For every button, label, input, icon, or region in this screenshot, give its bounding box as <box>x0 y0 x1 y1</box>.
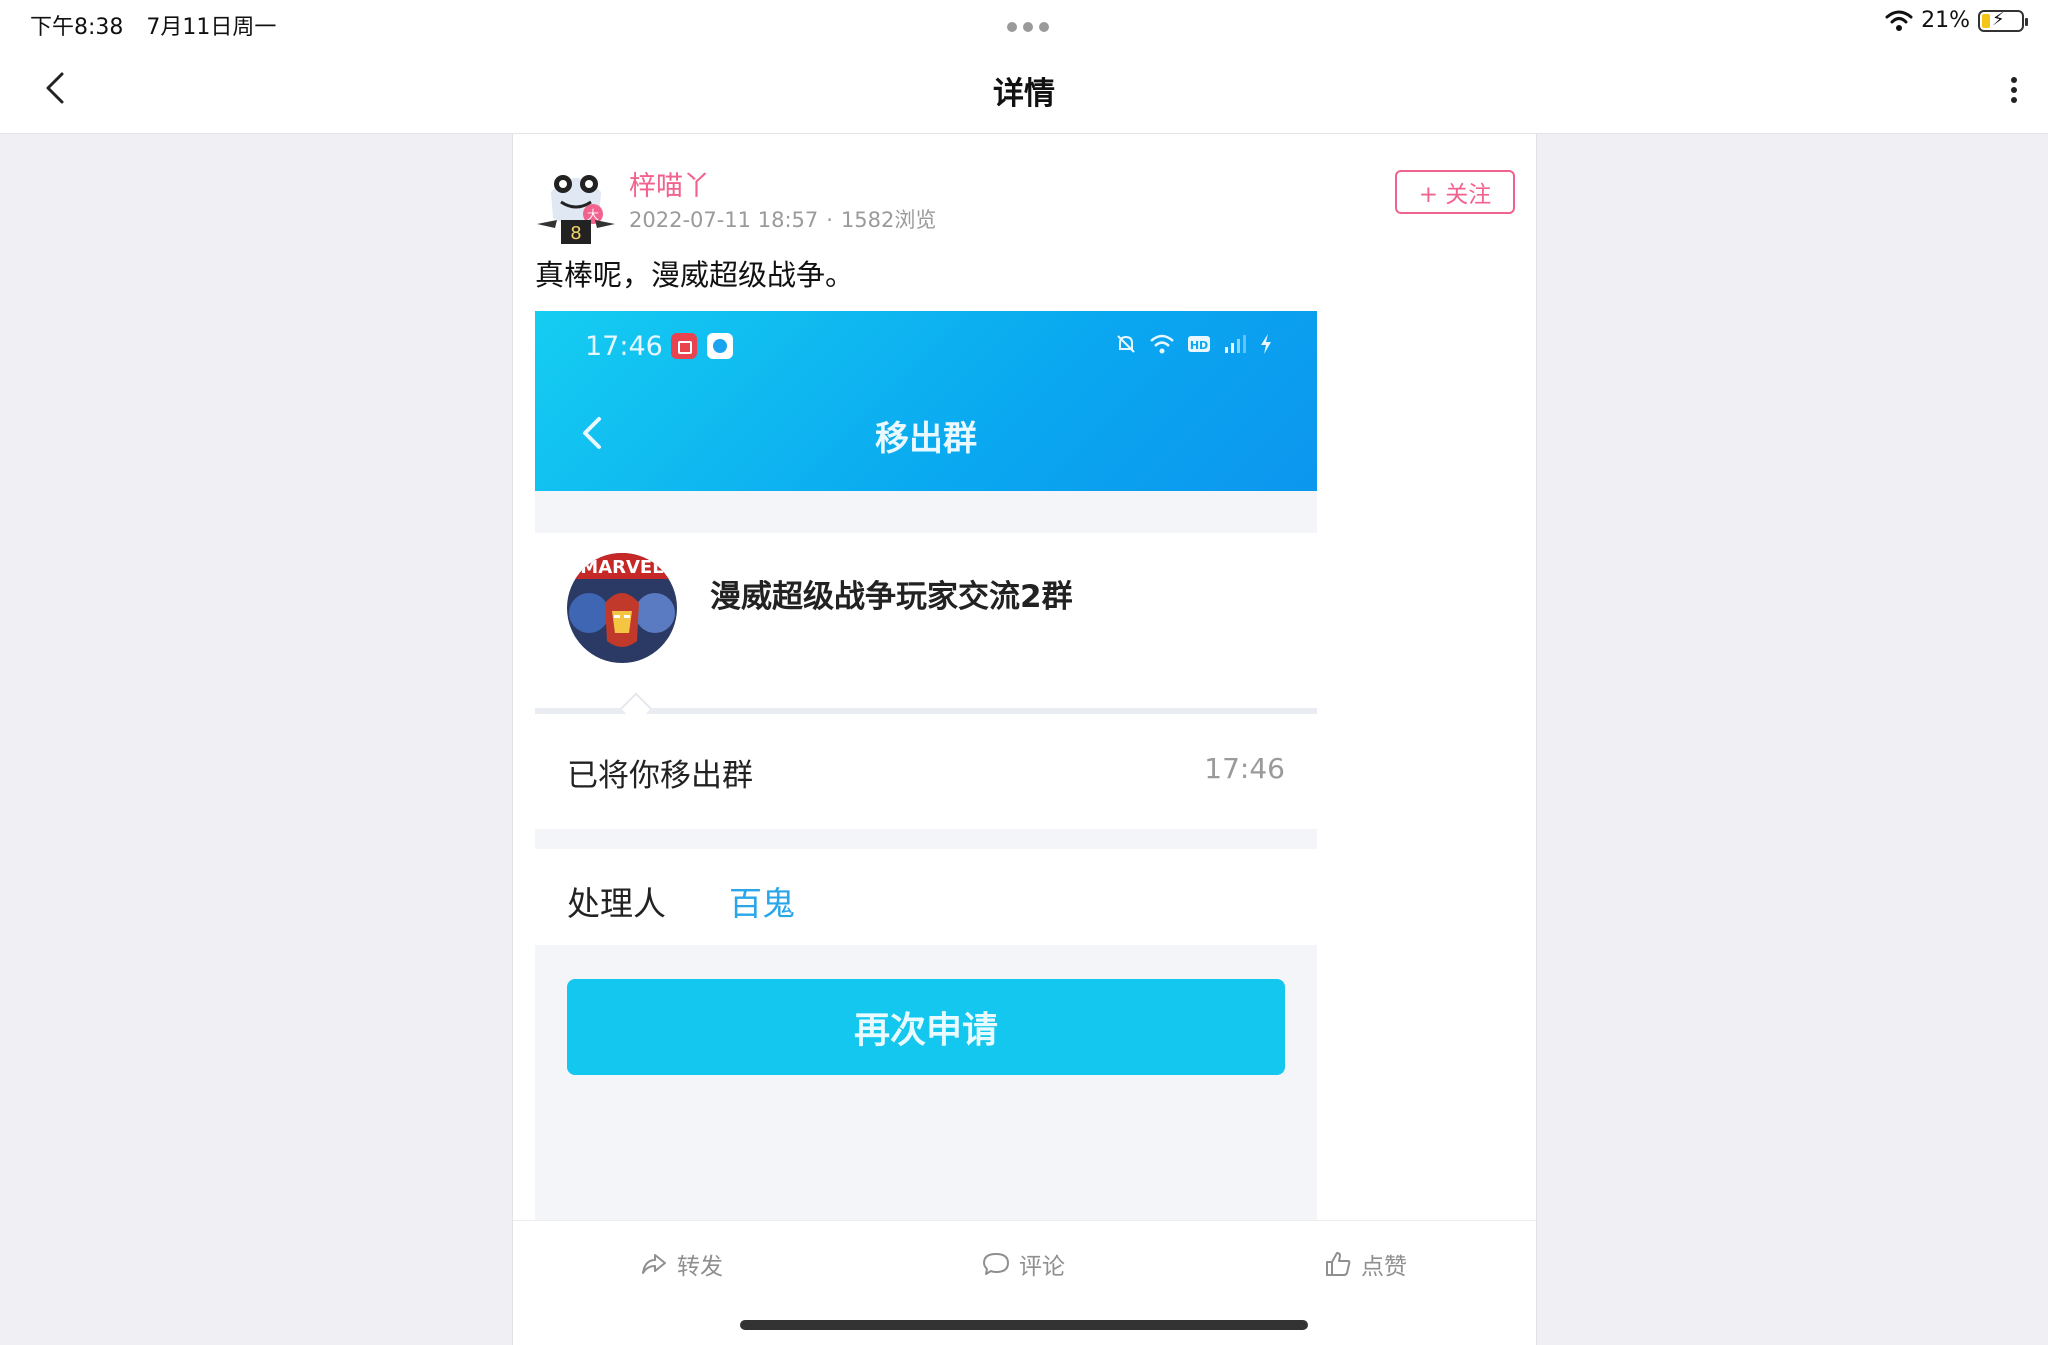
thumbs-up-icon <box>1326 1252 1351 1276</box>
like-button[interactable]: 点赞 <box>1323 1247 1407 1281</box>
status-datetime: 下午8:38 7月11日周一 <box>30 9 292 41</box>
battery-icon: ⚡ <box>1978 9 2028 32</box>
shot-title: 移出群 <box>875 419 977 459</box>
forward-button[interactable]: 转发 <box>639 1247 723 1281</box>
status-time: 下午8:38 <box>30 15 124 40</box>
multitasking-dots-icon[interactable] <box>1004 13 1052 38</box>
removed-time: 17:46 <box>1204 752 1285 785</box>
nav-bar: 详情 <box>0 44 2048 134</box>
handler-label: 处理人 <box>567 884 666 923</box>
wifi-icon <box>1885 10 1913 31</box>
svg-text:大: 大 <box>587 208 599 222</box>
qq-icon <box>707 333 733 359</box>
screen-record-icon <box>671 333 697 359</box>
shot-group-row: MARVEL 漫威超级战争玩家交流2群 <box>535 533 1317 708</box>
battery-percent: 21% <box>1921 8 1970 33</box>
page-title: 详情 <box>993 76 1055 112</box>
bell-off-icon <box>1117 335 1135 353</box>
comment-label: 评论 <box>1019 1254 1065 1280</box>
follow-button[interactable]: + 关注 <box>1395 170 1515 214</box>
status-bar: 下午8:38 7月11日周一 21% ⚡ <box>0 0 2048 44</box>
status-date: 7月11日周一 <box>146 15 277 40</box>
reapply-button: 再次申请 <box>567 979 1285 1075</box>
post-image[interactable]: 17:46 HD 移出群 MARVEL 漫威超级战争玩家交流2群 已将你移出群 … <box>535 311 1317 1221</box>
forward-label: 转发 <box>677 1254 723 1280</box>
svg-text:MARVEL: MARVEL <box>580 557 663 578</box>
post-text: 真棒呢，漫威超级战争。 <box>535 258 855 292</box>
comment-button[interactable]: 评论 <box>981 1247 1065 1281</box>
signal-icon <box>1225 335 1246 353</box>
app-window: 下午8:38 7月11日周一 21% ⚡ 详情 大 8 梓喵丫 2022-07-… <box>0 0 2048 1345</box>
share-arrow-icon <box>642 1254 666 1274</box>
home-indicator[interactable] <box>740 1320 1308 1330</box>
author-avatar[interactable]: 大 8 <box>533 162 619 248</box>
more-vertical-icon[interactable] <box>2004 68 2024 112</box>
post-date: 2022-07-11 18:57 <box>629 208 819 232</box>
handler-name: 百鬼 <box>729 884 795 923</box>
action-bar: 转发 评论 点赞 <box>513 1220 1536 1312</box>
follow-label: + 关注 <box>1418 182 1492 208</box>
status-right: 21% ⚡ <box>1885 8 2028 33</box>
shot-removed-row: 已将你移出群 17:46 <box>535 714 1317 829</box>
shot-status-time: 17:46 <box>585 331 663 362</box>
wifi-icon <box>1150 334 1174 354</box>
svg-text:HD: HD <box>1190 339 1208 352</box>
group-avatar: MARVEL <box>567 553 677 663</box>
removed-text: 已将你移出群 <box>567 758 753 794</box>
like-label: 点赞 <box>1361 1254 1407 1280</box>
shot-system-icons: HD <box>1115 333 1273 355</box>
author-name[interactable]: 梓喵丫 <box>629 164 710 203</box>
post-meta: 2022-07-11 18:57 · 1582浏览 <box>629 204 936 234</box>
hd-icon: HD <box>1188 336 1210 352</box>
shot-header: 17:46 HD 移出群 <box>535 311 1317 491</box>
group-name: 漫威超级战争玩家交流2群 <box>710 579 1073 615</box>
svg-text:8: 8 <box>570 223 581 244</box>
meta-separator: · <box>826 208 833 232</box>
post-views: 1582浏览 <box>840 208 937 232</box>
charging-icon <box>1261 334 1271 354</box>
post-card: 大 8 梓喵丫 2022-07-11 18:57 · 1582浏览 + 关注 真棒呢… <box>512 134 1537 1345</box>
comment-bubble-icon <box>983 1253 1009 1275</box>
shot-handler-row: 处理人 百鬼 <box>535 849 1317 945</box>
